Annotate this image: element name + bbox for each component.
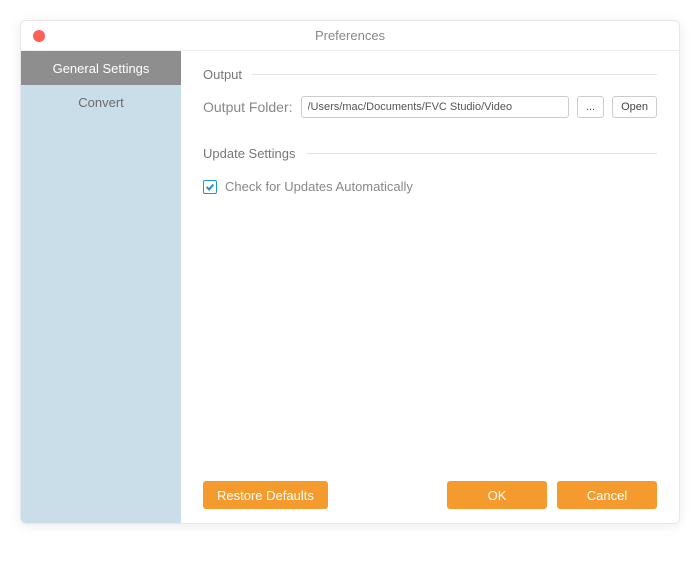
auto-update-row: Check for Updates Automatically <box>203 179 657 194</box>
ellipsis-icon: ... <box>586 101 595 113</box>
button-label: Restore Defaults <box>217 488 314 503</box>
sidebar-item-convert[interactable]: Convert <box>21 85 181 119</box>
section-header-update: Update Settings <box>203 146 657 161</box>
output-folder-input[interactable] <box>301 96 569 118</box>
divider <box>252 74 657 75</box>
auto-update-label: Check for Updates Automatically <box>225 179 413 194</box>
ok-button[interactable]: OK <box>447 481 547 509</box>
footer: Restore Defaults OK Cancel <box>203 481 657 509</box>
output-folder-label: Output Folder: <box>203 99 293 115</box>
auto-update-checkbox[interactable] <box>203 180 217 194</box>
close-window-icon[interactable] <box>33 30 45 42</box>
section-title: Output <box>203 67 242 82</box>
section-header-output: Output <box>203 67 657 82</box>
sidebar-item-general-settings[interactable]: General Settings <box>21 51 181 85</box>
window-title: Preferences <box>21 28 679 43</box>
button-label: OK <box>488 488 507 503</box>
section-title: Update Settings <box>203 146 296 161</box>
sidebar-item-label: General Settings <box>53 61 150 76</box>
preferences-window: Preferences General Settings Convert Out… <box>20 20 680 524</box>
content-pane: Output Output Folder: ... Open Update Se… <box>181 51 679 523</box>
checkmark-icon <box>205 182 215 192</box>
divider <box>306 153 657 154</box>
cancel-button[interactable]: Cancel <box>557 481 657 509</box>
browse-button[interactable]: ... <box>577 96 604 118</box>
titlebar: Preferences <box>21 21 679 51</box>
open-folder-button[interactable]: Open <box>612 96 657 118</box>
sidebar-item-label: Convert <box>78 95 124 110</box>
restore-defaults-button[interactable]: Restore Defaults <box>203 481 328 509</box>
open-button-label: Open <box>621 101 648 113</box>
output-folder-row: Output Folder: ... Open <box>203 96 657 118</box>
window-body: General Settings Convert Output Output F… <box>21 51 679 523</box>
sidebar: General Settings Convert <box>21 51 181 523</box>
button-label: Cancel <box>587 488 627 503</box>
